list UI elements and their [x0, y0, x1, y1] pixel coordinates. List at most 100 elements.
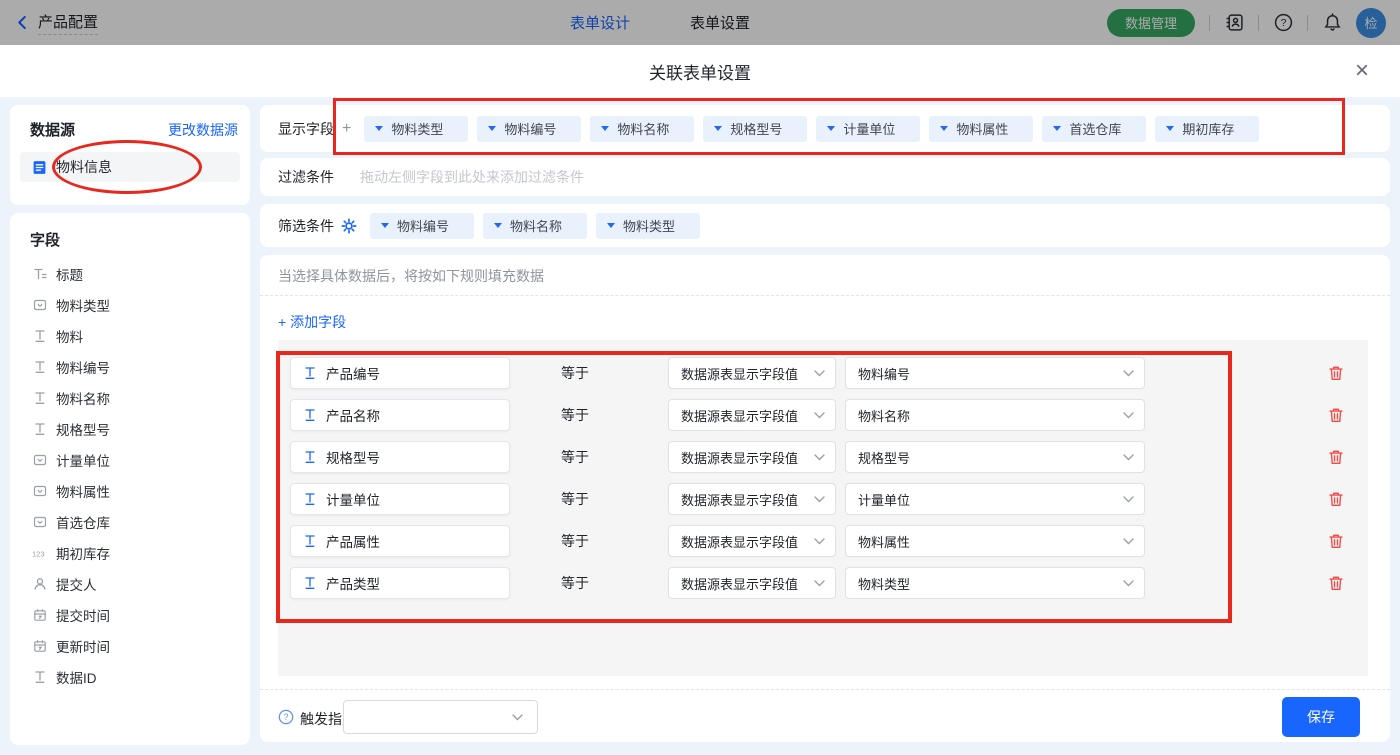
field-item-material[interactable]: 物料	[10, 320, 250, 351]
modal-title: 关联表单设置	[0, 45, 1400, 97]
text-icon	[302, 492, 317, 507]
caret-down-icon	[940, 126, 948, 131]
field-chip[interactable]: 物料编号	[477, 116, 581, 142]
caret-down-icon	[381, 223, 389, 228]
text-icon	[32, 669, 47, 684]
delete-rule-icon[interactable]	[1328, 407, 1344, 423]
field-item-material-no[interactable]: 物料编号	[10, 351, 250, 382]
field-item-submitter[interactable]: 提交人	[10, 568, 250, 599]
rule-row: 产品编号 等于 数据源表显示字段值 物料编号	[278, 357, 1368, 389]
selected-datasource-item[interactable]: 物料信息	[20, 152, 240, 182]
source-field-select[interactable]: 物料类型	[845, 567, 1145, 599]
display-field-chips: 物料类型 物料编号 物料名称 规格型号 计量单位 物料属性 首选仓库 期初库存	[364, 116, 1259, 142]
field-item-preferred-warehouse[interactable]: 首选仓库	[10, 506, 250, 537]
add-display-field-button[interactable]: +	[342, 120, 351, 138]
field-item-label: 数据ID	[56, 667, 97, 687]
select-icon	[32, 483, 47, 498]
target-field-label: 产品名称	[326, 405, 380, 425]
rule-row: 规格型号 等于 数据源表显示字段值 规格型号	[278, 441, 1368, 473]
operator-label: 等于	[561, 567, 589, 599]
field-item-title[interactable]: 标题	[10, 258, 250, 289]
delete-rule-icon[interactable]	[1328, 533, 1344, 549]
chip-label: 首选仓库	[1069, 119, 1121, 138]
target-field-box[interactable]: 产品属性	[290, 525, 510, 557]
field-item-material-name[interactable]: 物料名称	[10, 382, 250, 413]
chip-label: 物料类型	[391, 119, 443, 138]
source-type-select[interactable]: 数据源表显示字段值	[668, 483, 836, 515]
source-type-value: 数据源表显示字段值	[681, 532, 798, 551]
field-item-label: 物料属性	[56, 481, 110, 501]
filter-dropzone-placeholder[interactable]: 拖动左侧字段到此处来添加过滤条件	[360, 167, 584, 187]
field-item-label: 物料	[56, 326, 83, 346]
field-chip[interactable]: 计量单位	[816, 116, 920, 142]
trigger-formula-select[interactable]	[343, 700, 538, 734]
field-chip[interactable]: 物料编号	[370, 213, 474, 239]
source-type-select[interactable]: 数据源表显示字段值	[668, 441, 836, 473]
text-icon	[302, 366, 317, 381]
source-field-select[interactable]: 计量单位	[845, 483, 1145, 515]
field-chip[interactable]: 物料类型	[364, 116, 468, 142]
field-chip[interactable]: 规格型号	[703, 116, 807, 142]
chip-label: 物料属性	[956, 119, 1008, 138]
target-field-box[interactable]: 产品编号	[290, 357, 510, 389]
caret-down-icon	[1053, 126, 1061, 131]
delete-rule-icon[interactable]	[1328, 365, 1344, 381]
save-button[interactable]: 保存	[1282, 697, 1360, 737]
text-icon	[302, 576, 317, 591]
dashed-divider	[260, 689, 1390, 690]
source-field-value: 物料类型	[858, 574, 910, 593]
person-icon	[32, 576, 47, 591]
delete-rule-icon[interactable]	[1328, 575, 1344, 591]
target-field-box[interactable]: 产品名称	[290, 399, 510, 431]
field-chip[interactable]: 物料属性	[929, 116, 1033, 142]
delete-rule-icon[interactable]	[1328, 449, 1344, 465]
delete-rule-icon[interactable]	[1328, 491, 1344, 507]
field-chip[interactable]: 物料类型	[596, 213, 700, 239]
rule-row: 产品类型 等于 数据源表显示字段值 物料类型	[278, 567, 1368, 599]
field-chip[interactable]: 物料名称	[590, 116, 694, 142]
source-type-value: 数据源表显示字段值	[681, 574, 798, 593]
number-icon	[32, 545, 47, 560]
heading-icon	[32, 266, 47, 281]
field-item-material-type[interactable]: 物料类型	[10, 289, 250, 320]
source-field-select[interactable]: 规格型号	[845, 441, 1145, 473]
source-field-select[interactable]: 物料属性	[845, 525, 1145, 557]
screening-field-chips: 物料编号 物料名称 物料类型	[370, 213, 700, 239]
source-type-select[interactable]: 数据源表显示字段值	[668, 567, 836, 599]
source-type-select[interactable]: 数据源表显示字段值	[668, 399, 836, 431]
operator-label: 等于	[561, 441, 589, 473]
add-field-link[interactable]: + 添加字段	[278, 312, 346, 332]
change-datasource-link[interactable]: 更改数据源	[168, 120, 238, 140]
chip-label: 期初库存	[1182, 119, 1234, 138]
source-field-select[interactable]: 物料名称	[845, 399, 1145, 431]
source-field-select[interactable]: 物料编号	[845, 357, 1145, 389]
close-icon[interactable]: ×	[1346, 55, 1378, 87]
field-item-update-time[interactable]: 更新时间	[10, 630, 250, 661]
screening-condition-card: 筛选条件 物料编号 物料名称 物料类型	[260, 204, 1390, 247]
field-chip[interactable]: 期初库存	[1155, 116, 1259, 142]
field-item-material-attr[interactable]: 物料属性	[10, 475, 250, 506]
help-circle-icon[interactable]	[278, 709, 294, 725]
datasource-title: 数据源	[30, 119, 75, 140]
caret-down-icon	[1166, 126, 1174, 131]
target-field-box[interactable]: 规格型号	[290, 441, 510, 473]
field-item-spec-model[interactable]: 规格型号	[10, 413, 250, 444]
gear-icon[interactable]	[341, 218, 357, 234]
target-field-box[interactable]: 产品类型	[290, 567, 510, 599]
field-chip[interactable]: 首选仓库	[1042, 116, 1146, 142]
field-item-label: 计量单位	[56, 450, 110, 470]
source-field-value: 物料编号	[858, 364, 910, 383]
target-field-label: 产品编号	[326, 363, 380, 383]
dashed-divider	[260, 295, 1390, 296]
field-item-data-id[interactable]: 数据ID	[10, 661, 250, 692]
source-type-select[interactable]: 数据源表显示字段值	[668, 357, 836, 389]
source-type-select[interactable]: 数据源表显示字段值	[668, 525, 836, 557]
target-field-box[interactable]: 计量单位	[290, 483, 510, 515]
source-field-value: 计量单位	[858, 490, 910, 509]
field-chip[interactable]: 物料名称	[483, 213, 587, 239]
field-item-unit[interactable]: 计量单位	[10, 444, 250, 475]
field-item-submit-time[interactable]: 提交时间	[10, 599, 250, 630]
field-item-label: 更新时间	[56, 636, 110, 656]
field-item-initial-stock[interactable]: 期初库存	[10, 537, 250, 568]
modal-dim-overlay	[0, 0, 1400, 45]
